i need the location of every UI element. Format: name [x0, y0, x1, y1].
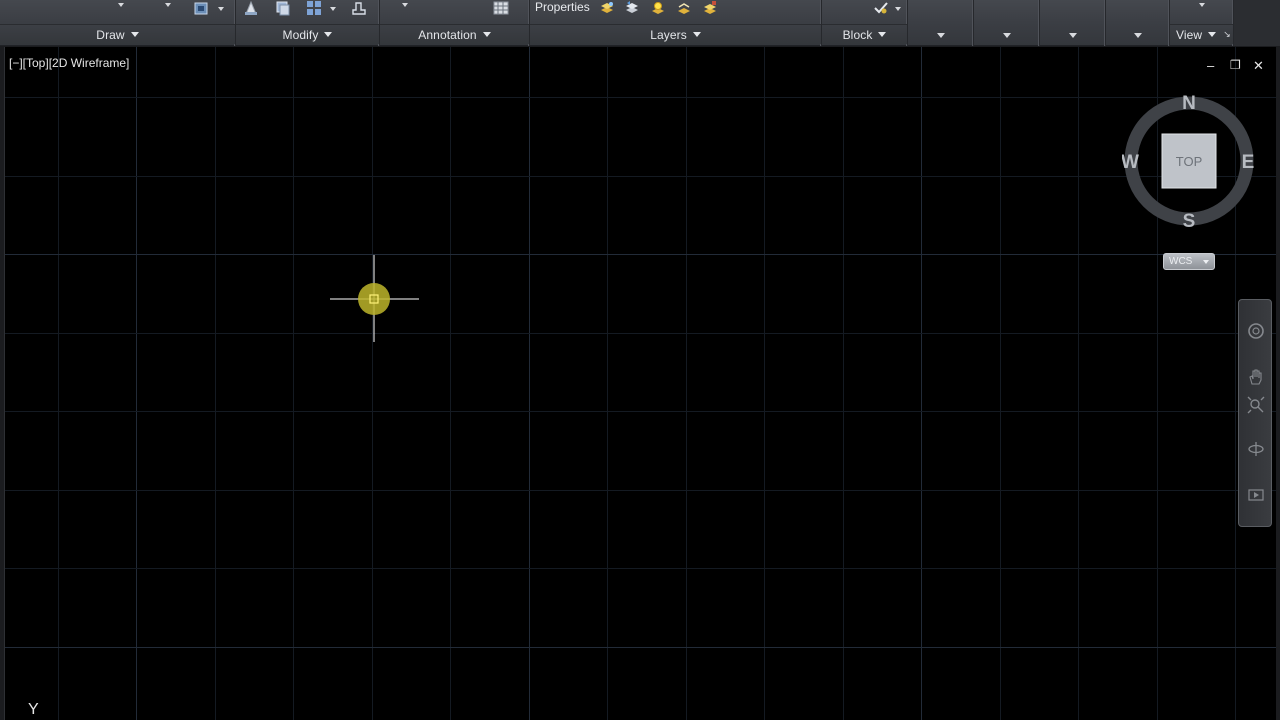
steering-wheel-icon[interactable] — [1247, 322, 1265, 340]
panel-label: Annotation — [418, 27, 477, 42]
layer-match-icon[interactable] — [599, 0, 615, 16]
chevron-down-icon — [1069, 33, 1077, 38]
chevron-down-icon — [1208, 32, 1217, 37]
ribbon-right-edge — [1234, 0, 1280, 46]
panel-title-layers[interactable]: Layers — [530, 24, 821, 44]
viewcube[interactable]: TOP N S W E — [1122, 89, 1262, 229]
dropdown-caret[interactable] — [165, 3, 171, 7]
panel-view: View ↘ — [1170, 0, 1234, 46]
layer-lock-icon[interactable] — [702, 0, 718, 16]
panel-label: Block — [842, 27, 873, 42]
ucs-label: WCS — [1169, 256, 1193, 267]
panel-collapsed-6[interactable] — [908, 0, 974, 46]
layer-previous-icon[interactable] — [624, 0, 640, 16]
navigation-bar — [1238, 299, 1272, 527]
compass-north[interactable]: N — [1182, 93, 1196, 114]
panel-label: Layers — [650, 27, 687, 42]
crosshair-cursor — [330, 255, 419, 342]
showmotion-icon[interactable] — [1247, 486, 1265, 504]
panel-title-block[interactable]: Block — [822, 24, 907, 44]
panel-label: Modify — [282, 27, 319, 42]
layer-on-icon[interactable] — [650, 0, 666, 16]
panel-collapsed-9[interactable] — [1106, 0, 1170, 46]
insert-block-icon[interactable] — [873, 0, 889, 16]
dropdown-caret[interactable] — [218, 7, 224, 11]
ucs-menu-button[interactable]: WCS — [1163, 253, 1215, 270]
dropdown-caret[interactable] — [402, 3, 408, 7]
cursor-highlight — [358, 283, 390, 315]
panel-block: Block — [822, 0, 908, 46]
panel-title-annotation[interactable]: Annotation — [380, 24, 529, 44]
panel-modify: Modify — [236, 0, 380, 46]
scale-icon[interactable] — [243, 0, 259, 16]
panel-annotation: Annotation — [380, 0, 530, 46]
dropdown-caret[interactable] — [118, 3, 124, 7]
panel-label: Draw — [96, 27, 125, 42]
panel-title-draw[interactable]: Draw — [0, 24, 235, 44]
ribbon: Draw Modify Annotation Properties Layers… — [0, 0, 1280, 46]
dropdown-caret[interactable] — [330, 7, 336, 11]
orbit-icon[interactable] — [1247, 440, 1265, 458]
chevron-down-icon — [482, 32, 491, 37]
dropdown-caret[interactable] — [895, 7, 901, 11]
chevron-down-icon — [1003, 33, 1011, 38]
panel-layers: Properties Layers — [530, 0, 822, 46]
chevron-down-icon — [937, 33, 945, 38]
properties-label[interactable]: Properties — [535, 0, 590, 14]
dialog-launcher-icon[interactable]: ↘ — [1223, 29, 1231, 40]
viewcube-face-label: TOP — [1176, 154, 1203, 169]
compass-south[interactable]: S — [1183, 211, 1196, 229]
panel-title-modify[interactable]: Modify — [236, 24, 379, 44]
panel-draw: Draw — [0, 0, 236, 46]
chevron-down-icon — [130, 32, 139, 37]
chevron-down-icon — [324, 32, 333, 37]
copy-icon[interactable] — [275, 0, 291, 16]
compass-east[interactable]: E — [1242, 152, 1255, 173]
chevron-down-icon — [878, 32, 887, 37]
zoom-extents-icon[interactable] — [1247, 396, 1265, 414]
stretch-icon[interactable] — [351, 0, 367, 16]
compass-west[interactable]: W — [1122, 152, 1139, 173]
region-icon[interactable] — [193, 0, 209, 16]
ucs-icon-y-axis: Y — [28, 701, 39, 718]
panel-label: View — [1176, 27, 1203, 42]
chevron-down-icon — [1203, 259, 1209, 264]
table-icon[interactable] — [493, 0, 509, 16]
array-icon[interactable] — [306, 0, 322, 16]
chevron-down-icon — [1134, 33, 1142, 38]
pan-icon[interactable] — [1247, 368, 1265, 386]
panel-collapsed-7[interactable] — [974, 0, 1040, 46]
drawing-viewport[interactable]: [−][Top][2D Wireframe] – ❐ ✕ TOP N S W E… — [4, 47, 1276, 720]
layer-off-icon[interactable] — [676, 0, 692, 16]
panel-collapsed-8[interactable] — [1040, 0, 1106, 46]
dropdown-caret[interactable] — [1199, 3, 1205, 7]
panel-title-view[interactable]: View ↘ — [1170, 24, 1233, 44]
chevron-down-icon — [692, 32, 701, 37]
